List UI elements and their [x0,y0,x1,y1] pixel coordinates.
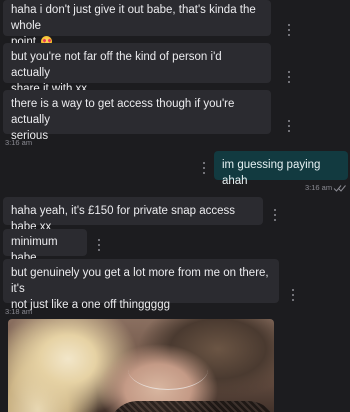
message-bubble-incoming[interactable]: but you're not far off the kind of perso… [3,43,271,95]
message-bubble-incoming[interactable]: minimum babe [3,229,87,264]
message-text: not just like a one off thinggggg [11,299,170,311]
message-bubble-incoming[interactable]: haha yeah, it's £150 for private snap ac… [3,197,263,233]
message-options-icon[interactable] [96,239,102,251]
message-options-icon[interactable] [286,71,292,83]
message-options-icon[interactable] [201,162,207,174]
message-timestamp: 3:16 am [305,183,333,192]
message-bubble-incoming[interactable]: but genuinely you get a lot more from me… [3,259,279,311]
double-check-icon [333,185,346,192]
photo-detail [108,401,274,412]
message-text: but genuinely you get a lot more from me… [11,267,269,295]
message-bubble-incoming[interactable]: haha i don't just give it out babe, that… [3,0,271,48]
message-options-icon[interactable] [290,289,296,301]
message-text: haha i don't just give it out babe, that… [11,4,256,32]
message-bubble-outgoing[interactable]: im guessing paying ahah [214,151,348,187]
chat-thread: haha i don't just give it out babe, that… [0,0,350,412]
message-options-icon[interactable] [286,120,292,132]
message-bubble-incoming[interactable]: there is a way to get access though if y… [3,90,271,142]
message-timestamp: 3:18 am [5,307,33,316]
message-text: there is a way to get access though if y… [11,98,235,126]
message-options-icon[interactable] [272,209,278,221]
message-text: but you're not far off the kind of perso… [11,51,222,79]
photo-detail [128,349,208,390]
message-options-icon[interactable] [286,24,292,36]
message-timestamp: 3:16 am [5,138,33,147]
message-photo[interactable] [8,319,274,412]
